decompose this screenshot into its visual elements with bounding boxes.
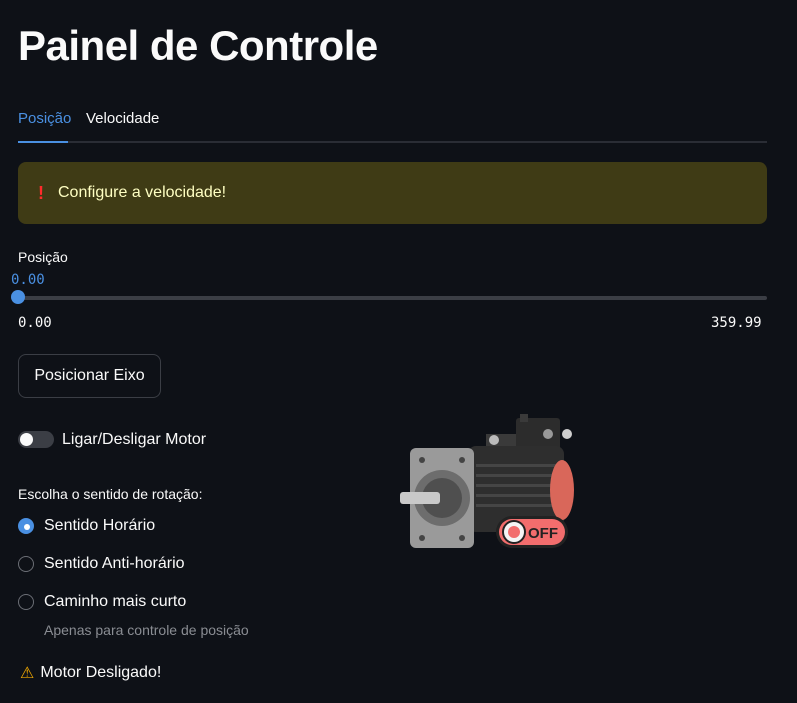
direction-caption: Apenas para controle de posição: [44, 622, 249, 638]
toggle-knob: [20, 433, 33, 446]
motor-status-text: Motor Desligado!: [40, 664, 162, 681]
radio-sentido-anti-horario[interactable]: Sentido Anti-horário: [18, 555, 185, 573]
page-title: Painel de Controle: [18, 22, 378, 69]
motor-toggle[interactable]: [18, 431, 54, 448]
off-badge-text: OFF: [528, 525, 558, 542]
radio-button[interactable]: [18, 594, 34, 610]
warning-alert: ! Configure a velocidade!: [18, 162, 767, 224]
radio-label: Sentido Horário: [44, 517, 156, 534]
radio-button-checked[interactable]: [18, 518, 34, 534]
toggle-label: Ligar/Desligar Motor: [62, 431, 207, 448]
tab-velocidade[interactable]: Velocidade: [86, 110, 159, 127]
tab-bar: Posição Velocidade: [18, 100, 767, 143]
slider-min-label: 0.00: [18, 315, 52, 331]
posicionar-eixo-button[interactable]: Posicionar Eixo: [18, 354, 161, 398]
motor-rear-cap: [550, 460, 574, 520]
slider-current-value: 0.00: [11, 272, 45, 288]
position-slider-track[interactable]: [18, 296, 767, 300]
alert-text: Configure a velocidade!: [58, 184, 227, 201]
radio-label: Caminho mais curto: [44, 593, 187, 610]
slider-max-label: 359.99: [711, 315, 762, 331]
warning-icon: ⚠: [20, 665, 35, 682]
radio-button[interactable]: [18, 556, 34, 572]
motor-image: OFF: [400, 414, 574, 548]
direction-label: Escolha o sentido de rotação:: [18, 486, 203, 502]
exclamation-icon: !: [38, 182, 44, 203]
tab-posicao[interactable]: Posição: [18, 110, 71, 127]
active-tab-indicator: [18, 141, 68, 143]
radio-caminho-mais-curto[interactable]: Caminho mais curto: [18, 593, 186, 611]
slider-label: Posição: [18, 249, 68, 265]
position-slider-thumb[interactable]: [11, 290, 25, 304]
motor-shaft: [400, 492, 440, 504]
radio-label: Sentido Anti-horário: [44, 555, 185, 572]
radio-sentido-horario[interactable]: Sentido Horário: [18, 517, 155, 535]
motor-status: ⚠ Motor Desligado!: [20, 663, 161, 683]
